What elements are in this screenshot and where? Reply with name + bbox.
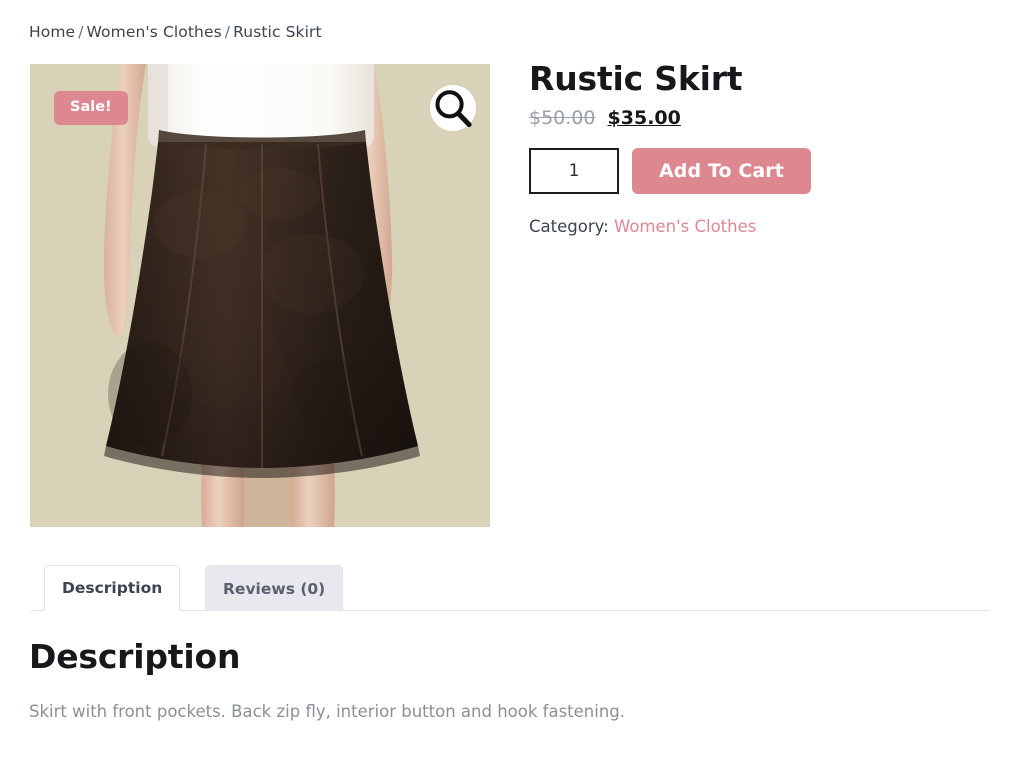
breadcrumb: Home / Women's Clothes / Rustic Skirt [29,23,322,41]
add-to-cart-button[interactable]: Add To Cart [632,147,811,194]
breadcrumb-separator: / [78,23,84,41]
tab-description[interactable]: Description [44,565,181,611]
page-title: Rustic Skirt [529,59,743,98]
product-meta-category: Category: Women's Clothes [529,217,999,236]
price-original: $50.00 [529,106,596,129]
breadcrumb-item-current: Rustic Skirt [233,23,322,41]
product-summary: Rustic Skirt $50.00 $35.00 Add To Cart C… [529,60,999,236]
breadcrumb-separator: / [224,23,231,41]
tab-reviews[interactable]: Reviews (0) [205,565,344,611]
category-link[interactable]: Women's Clothes [614,217,756,236]
zoom-image-button[interactable] [430,85,476,131]
product-photo-illustration [30,64,490,527]
sale-badge: Sale! [54,91,128,125]
add-to-cart-form: Add To Cart [529,147,999,194]
product-tabs: Description Reviews (0) [30,565,990,611]
product-page: Home / Women's Clothes / Rustic Skirt Sa… [0,0,1024,760]
breadcrumb-item-category[interactable]: Women's Clothes [87,23,222,41]
product-image[interactable]: Sale! [30,64,490,527]
magnifier-icon [435,89,472,127]
breadcrumb-item-home[interactable]: Home [29,23,75,41]
description-text: Skirt with front pockets. Back zip fly, … [29,702,625,721]
quantity-input[interactable] [529,147,619,194]
price-block: $50.00 $35.00 [529,106,999,129]
category-label: Category: [529,216,609,236]
price-sale: $35.00 [607,106,681,129]
description-heading: Description [29,637,241,676]
